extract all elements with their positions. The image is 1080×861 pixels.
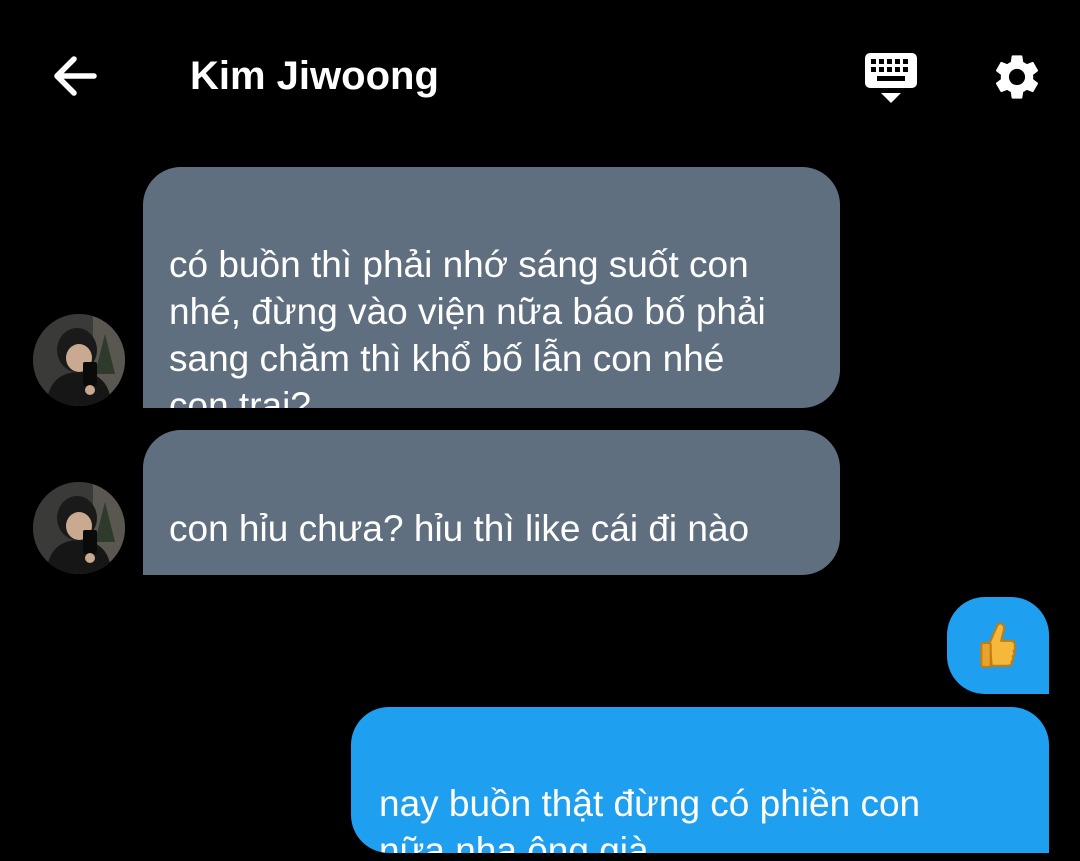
avatar[interactable]: [33, 314, 125, 406]
avatar[interactable]: [33, 482, 125, 574]
message-text: nay buồn thật đừng có phiền con nữa nha …: [379, 783, 921, 853]
avatar-photo: [33, 314, 125, 406]
chat-header: Kim Jiwoong: [0, 0, 1080, 150]
keyboard-icon: [865, 53, 917, 103]
settings-button[interactable]: [990, 50, 1044, 104]
message-text: có buồn thì phải nhớ sáng suốt con nhé, …: [169, 244, 766, 408]
message-text: con hỉu chưa? hỉu thì like cái đi nào: [169, 508, 750, 549]
keyboard-button[interactable]: [862, 50, 922, 106]
back-button[interactable]: [48, 50, 100, 102]
emoji-row: [169, 552, 814, 575]
contact-name: Kim Jiwoong: [190, 54, 439, 98]
thumbs-up-emoji: [980, 622, 1017, 668]
outgoing-message-bubble[interactable]: nay buồn thật đừng có phiền con nữa nha …: [351, 707, 1049, 853]
incoming-message-bubble[interactable]: con hỉu chưa? hỉu thì like cái đi nào: [143, 430, 840, 575]
avatar-photo: [33, 482, 125, 574]
arrow-left-icon: [54, 56, 97, 96]
incoming-message-bubble[interactable]: có buồn thì phải nhớ sáng suốt con nhé, …: [143, 167, 840, 408]
outgoing-message-bubble[interactable]: [947, 597, 1049, 694]
gear-icon: [995, 55, 1039, 99]
